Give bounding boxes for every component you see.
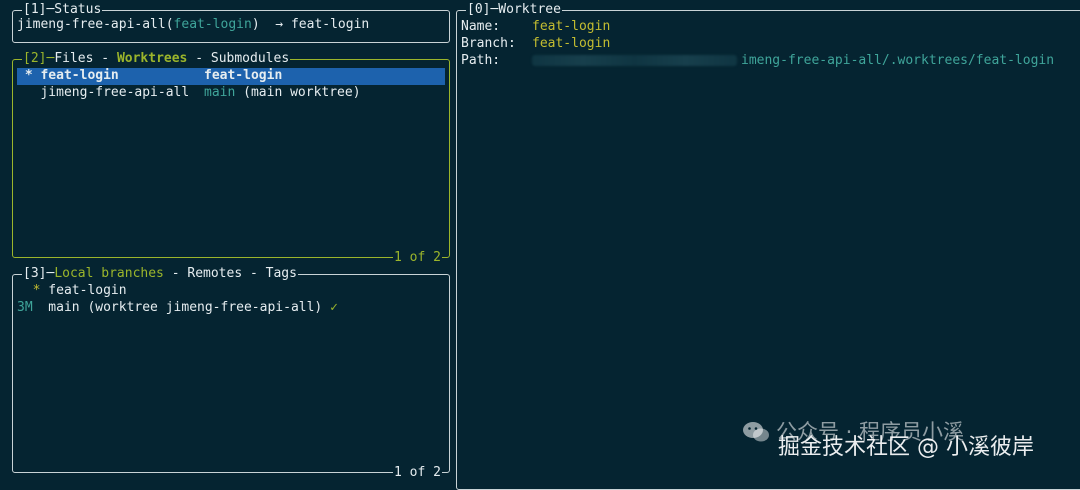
status-line: jimeng-free-api-all(feat-login) → feat-l… (17, 17, 370, 32)
tab-tags[interactable]: Tags (266, 266, 297, 281)
worktree-note: (main worktree) (235, 85, 361, 100)
watermark-line2: 掘金技术社区 @ 小溪彼岸 (778, 435, 1034, 460)
current-branch: feat-login (290, 17, 370, 32)
redacted-path-block (532, 55, 737, 66)
worktree-name: jimeng-free-api-all (40, 85, 190, 100)
check-icon: ✓ (330, 300, 338, 315)
status-panel-title: [1]─Status (22, 2, 103, 18)
tab-remotes[interactable]: Remotes (187, 266, 242, 281)
branch-label: feat-login (40, 283, 127, 298)
branch-label: main (worktree jimeng-free-api-all) (40, 300, 331, 315)
detail-name-row: Name: feat-login (461, 19, 1080, 36)
worktree-name: feat-login (40, 68, 119, 83)
row-marker: * (17, 68, 41, 83)
branch-value: feat-login (532, 36, 611, 51)
branches-panel-title: [3]─Local branches - Remotes - Tags (22, 266, 298, 282)
worktree-detail-title: [0]─Worktree (466, 2, 562, 18)
detail-path-row: Path: imeng-free-api-all/.worktrees/feat-… (461, 53, 1080, 70)
name-label: Name: (461, 19, 501, 34)
repo-name: jimeng-free-api-all (17, 17, 166, 32)
files-panel[interactable]: [2]─Files - Worktrees - Submodules * fea… (12, 51, 450, 266)
files-panel-footer: 1 of 2 (393, 250, 442, 266)
branch-row[interactable]: * feat-login (17, 283, 445, 300)
status-arrow: ) → (251, 17, 291, 32)
path-label: Path: (461, 53, 501, 68)
status-panel[interactable]: [1]─Status jimeng-free-api-all(feat-logi… (12, 2, 450, 43)
tab-local-branches[interactable]: Local branches (54, 266, 164, 281)
branch-status: * (17, 283, 41, 298)
tab-worktrees[interactable]: Worktrees (117, 51, 187, 66)
worktree-detail-panel[interactable]: [0]─Worktree Name: feat-login Branch: feat… (456, 2, 1080, 490)
wechat-icon (742, 420, 770, 446)
path-value: imeng-free-api-all/.worktrees/feat-login (741, 53, 1055, 68)
name-value: feat-login (532, 19, 611, 34)
worktree-row[interactable]: * feat-login feat-login (17, 68, 445, 85)
row-marker (17, 85, 40, 100)
worktree-branch: feat-login (204, 68, 283, 83)
branches-panel-footer: 1 of 2 (393, 465, 442, 481)
worktree-row[interactable]: jimeng-free-api-all main (main worktree) (17, 85, 445, 102)
branch-status: 3M (17, 300, 41, 315)
branches-panel[interactable]: [3]─Local branches - Remotes - Tags * fe… (12, 266, 450, 481)
branch-label: Branch: (461, 36, 516, 51)
tab-submodules[interactable]: Submodules (211, 51, 289, 66)
files-panel-title: [2]─Files - Worktrees - Submodules (22, 51, 291, 67)
detail-branch-row: Branch: feat-login (461, 36, 1080, 53)
tab-files[interactable]: Files (54, 51, 93, 66)
worktree-branch: main (204, 85, 236, 100)
branch-row[interactable]: 3M main (worktree jimeng-free-api-all) ✓ (17, 300, 445, 317)
branch-ref: feat-login (173, 17, 252, 32)
